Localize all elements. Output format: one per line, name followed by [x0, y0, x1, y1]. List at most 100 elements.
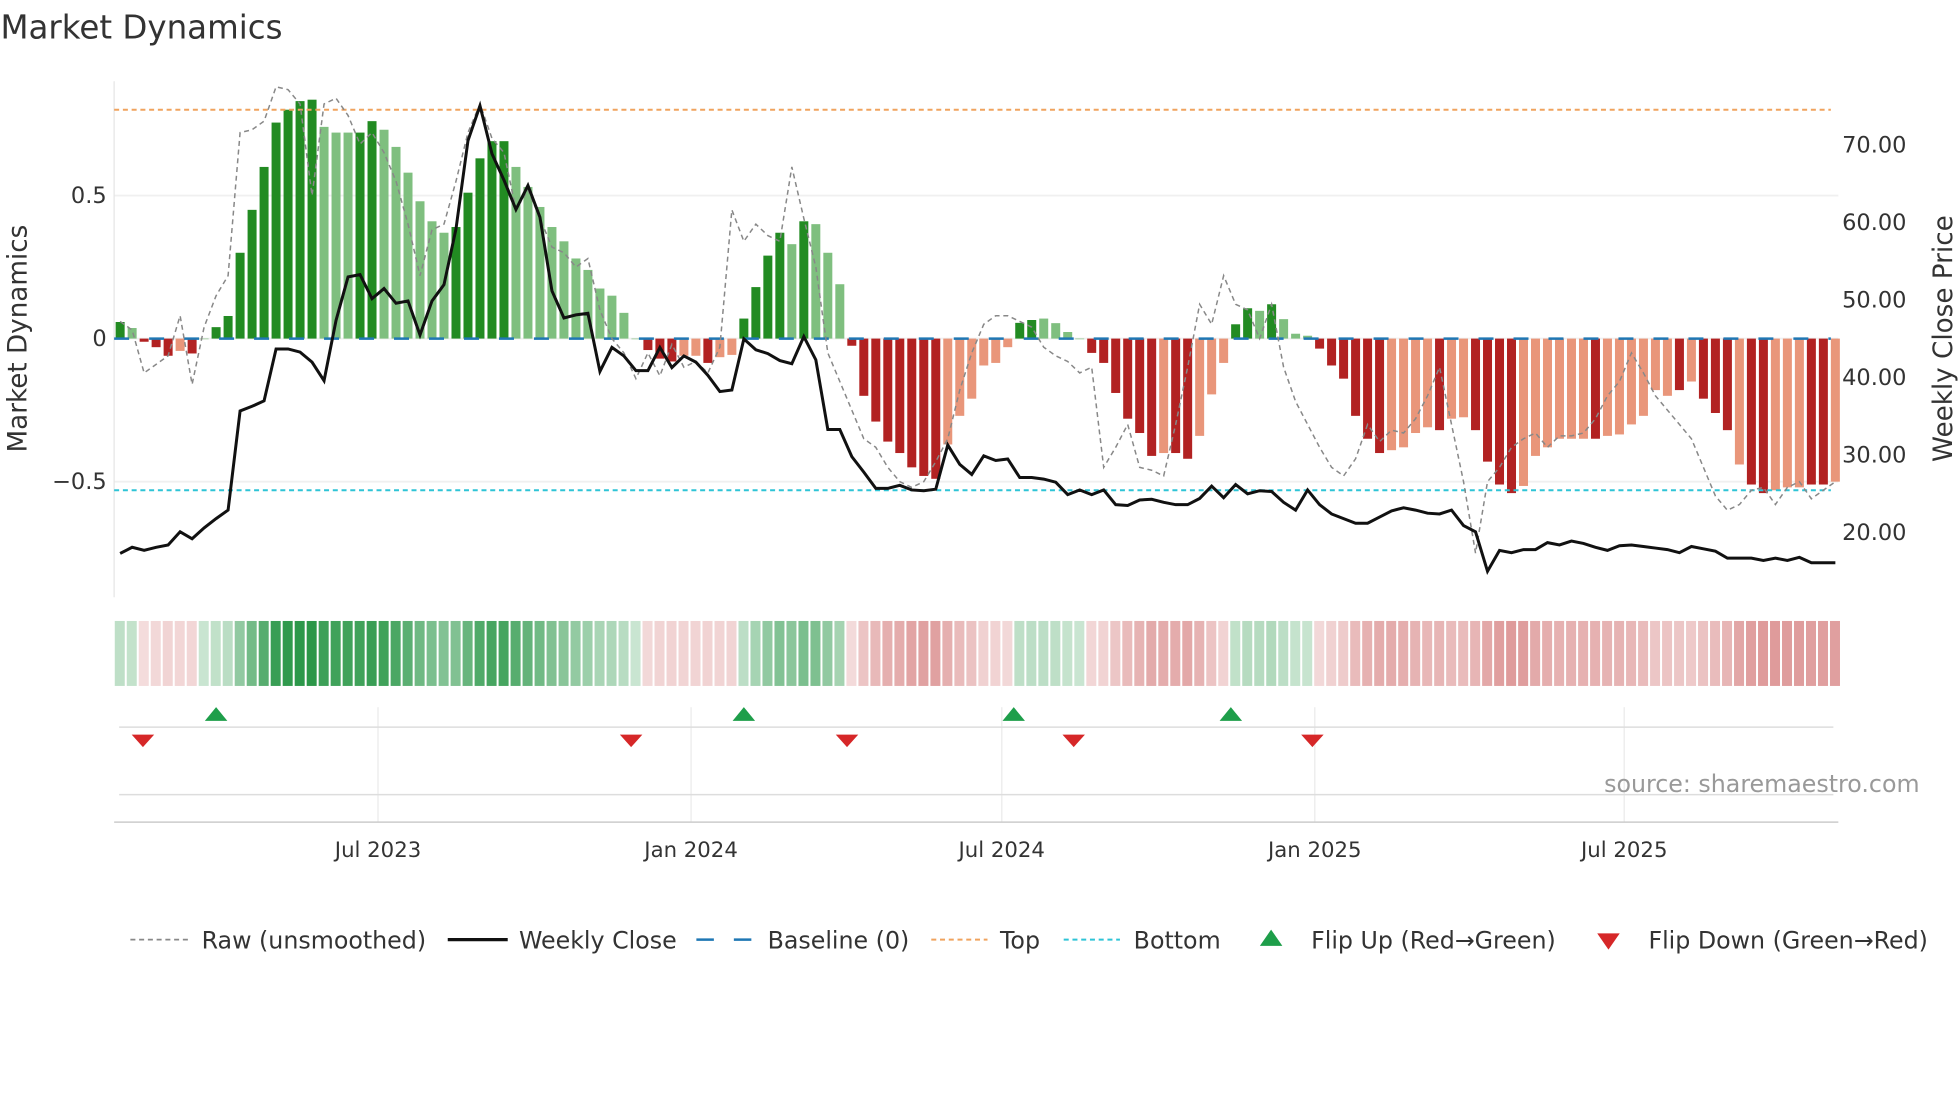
x-tick-label: Jan 2025 [1266, 838, 1362, 863]
heat-cell [750, 620, 761, 686]
bar [1806, 338, 1816, 485]
heat-cell [1026, 620, 1037, 686]
bar [1003, 338, 1013, 348]
heat-cell [282, 620, 293, 686]
heat-cell [438, 620, 449, 686]
heat-cell [1218, 620, 1229, 686]
heat-cell [1446, 620, 1457, 686]
heat-cell [162, 620, 173, 686]
bar [763, 255, 773, 339]
heat-cell [978, 620, 989, 686]
heat-cell [1518, 620, 1529, 686]
x-tick-label: Jul 2024 [957, 838, 1045, 863]
heat-cell [906, 620, 917, 686]
bar [535, 206, 545, 339]
legend-item-raw[interactable]: Raw (unsmoothed) [130, 926, 426, 954]
legend-item-bottom[interactable]: Bottom [1063, 926, 1221, 954]
heat-cell [1134, 620, 1145, 686]
bar [463, 192, 473, 339]
bar [691, 338, 701, 356]
heat-cell [1698, 620, 1709, 686]
heat-cell [702, 620, 713, 686]
chart-title: Market Dynamics [0, 9, 282, 47]
market-dynamics-chart: Market Dynamics 0.5 0 −0.5 70.00 60.00 50.00… [0, 9, 1959, 955]
flip-up-marker [1219, 707, 1243, 721]
legend: Raw (unsmoothed) Weekly Close Baseline (… [130, 926, 1928, 954]
heat-cell [1386, 620, 1397, 686]
flip-down-marker [1301, 734, 1324, 748]
bar [1315, 338, 1325, 349]
legend-flip-down-label: Flip Down (Green→Red) [1648, 926, 1927, 954]
heat-cell [234, 620, 245, 686]
legend-raw-label: Raw (unsmoothed) [202, 926, 426, 954]
heat-cell [1746, 620, 1757, 686]
legend-item-top[interactable]: Top [931, 926, 1040, 954]
heat-cell [306, 620, 317, 686]
heat-cell [882, 620, 893, 686]
bar [1519, 338, 1529, 486]
heat-cell [546, 620, 557, 686]
heat-cell [1458, 620, 1469, 686]
heat-cell [930, 620, 941, 686]
bar [1471, 338, 1481, 431]
bar [1423, 338, 1433, 428]
bar [1195, 338, 1205, 436]
heat-cell [846, 620, 857, 686]
heat-cell [498, 620, 509, 686]
heat-cell [354, 620, 365, 686]
heat-cell [822, 620, 833, 686]
heat-cell [630, 620, 641, 686]
bar [427, 221, 437, 339]
heat-cell [318, 620, 329, 686]
heat-cell [690, 620, 701, 686]
legend-item-flip-up[interactable]: Flip Up (Red→Green) [1259, 926, 1556, 954]
bar [1698, 338, 1708, 399]
heat-cell [258, 620, 269, 686]
heat-cell [1686, 620, 1697, 686]
bar [835, 284, 845, 339]
heat-cell [894, 620, 905, 686]
heat-cell [1829, 620, 1840, 686]
bar [1830, 338, 1840, 482]
heat-cell [1470, 620, 1481, 686]
bar [1566, 338, 1576, 439]
bar [367, 121, 377, 339]
bar [595, 288, 605, 339]
bar [1015, 322, 1025, 339]
legend-item-flip-down[interactable]: Flip Down (Green→Red) [1597, 926, 1928, 954]
source-label: source: sharemaestro.com [1604, 770, 1919, 798]
legend-item-baseline[interactable]: Baseline (0) [696, 926, 909, 954]
bar [1602, 338, 1612, 436]
right-axis-title: Weekly Close Price [1929, 215, 1959, 462]
bar [1279, 319, 1289, 339]
heat-cell [390, 620, 401, 686]
heat-cell [774, 620, 785, 686]
flip-up-marker [732, 707, 756, 721]
heat-cell [1817, 620, 1828, 686]
heat-cell [1146, 620, 1157, 686]
heat-cell [1254, 620, 1265, 686]
heat-cell [270, 620, 281, 686]
bar [1734, 338, 1744, 465]
heat-cell [1602, 620, 1613, 686]
bar [319, 126, 329, 339]
regime-heat-strip [114, 620, 1840, 686]
bar [1770, 338, 1780, 491]
heat-cell [1242, 620, 1253, 686]
bar [1686, 338, 1696, 382]
heat-cell [870, 620, 881, 686]
heat-cell [1182, 620, 1193, 686]
heat-cell [1326, 620, 1337, 686]
bar [883, 338, 893, 442]
heat-cell [1434, 620, 1445, 686]
bar [1590, 338, 1600, 439]
bar [991, 338, 1001, 363]
bar [955, 338, 965, 416]
heat-cell [1362, 620, 1373, 686]
bar [571, 258, 581, 339]
heat-cell [1590, 620, 1601, 686]
legend-item-close[interactable]: Weekly Close [447, 926, 677, 954]
bar [1255, 310, 1265, 339]
legend-baseline-label: Baseline (0) [768, 926, 910, 954]
bar [1578, 338, 1588, 439]
